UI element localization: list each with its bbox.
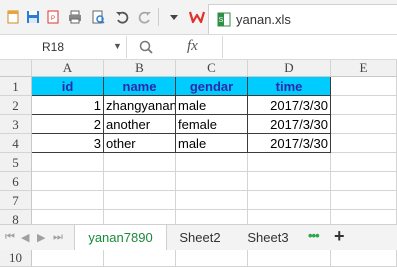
sheet-tab-bar: ⏮ ◀ ▶ ⏭ yanan7890 Sheet2 Sheet3 ••• +: [0, 224, 397, 250]
save-icon[interactable]: [25, 9, 41, 25]
customize-toolbar-dropdown-icon[interactable]: [166, 9, 182, 25]
empty-cell[interactable]: [32, 248, 104, 267]
name-box-value: R18: [42, 40, 65, 54]
row-header-2[interactable]: 2: [0, 96, 32, 115]
empty-cell[interactable]: [248, 248, 331, 267]
column-header-b[interactable]: B: [104, 60, 176, 77]
last-sheet-icon[interactable]: ⏭: [53, 231, 63, 244]
cell-a2[interactable]: 1: [32, 96, 104, 115]
cell-d4[interactable]: 2017/3/30: [248, 134, 331, 153]
empty-cell[interactable]: [176, 172, 248, 191]
select-all-corner[interactable]: [0, 60, 32, 77]
empty-cell[interactable]: [32, 153, 104, 172]
empty-cell[interactable]: [32, 191, 104, 210]
cell-d3[interactable]: 2017/3/30: [248, 115, 331, 134]
column-header-a[interactable]: A: [32, 60, 104, 77]
zoom-function-icon[interactable]: [138, 39, 154, 60]
quick-access-toolbar: P S yanan.xls: [0, 0, 397, 35]
row-header-6[interactable]: 6: [0, 172, 32, 191]
name-box[interactable]: R18 ▼: [0, 36, 127, 58]
empty-cell[interactable]: [104, 153, 176, 172]
cell-b4[interactable]: other: [104, 134, 176, 153]
formula-bar: R18 ▼ fx: [0, 35, 397, 60]
empty-cell[interactable]: [176, 248, 248, 267]
empty-cell[interactable]: [176, 153, 248, 172]
svg-text:S: S: [219, 17, 224, 24]
empty-cell[interactable]: [331, 77, 397, 96]
cell-a3[interactable]: 2: [32, 115, 104, 134]
print-icon[interactable]: [67, 9, 83, 25]
row-header-3[interactable]: 3: [0, 115, 32, 134]
row-header-1[interactable]: 1: [0, 77, 32, 96]
empty-cell[interactable]: [176, 191, 248, 210]
empty-cell[interactable]: [331, 248, 397, 267]
svg-text:P: P: [51, 16, 55, 22]
cell-c4[interactable]: male: [176, 134, 248, 153]
empty-cell[interactable]: [32, 172, 104, 191]
formula-tools: fx: [127, 36, 222, 58]
empty-cell[interactable]: [331, 115, 397, 134]
empty-cell[interactable]: [331, 153, 397, 172]
column-header-e[interactable]: E: [331, 60, 397, 77]
header-cell-name[interactable]: name: [104, 77, 176, 96]
print-preview-icon[interactable]: [90, 9, 106, 25]
cell-b2[interactable]: zhangyanan: [104, 96, 176, 115]
empty-cell[interactable]: [331, 134, 397, 153]
empty-cell[interactable]: [248, 172, 331, 191]
prev-sheet-icon[interactable]: ◀: [21, 231, 29, 244]
empty-cell[interactable]: [248, 191, 331, 210]
first-sheet-icon[interactable]: ⏮: [5, 231, 15, 244]
cell-b3[interactable]: another: [104, 115, 176, 134]
sheet-tab-sheet2[interactable]: Sheet2: [170, 225, 230, 250]
empty-cell[interactable]: [331, 191, 397, 210]
document-tab-label: yanan.xls: [236, 12, 291, 27]
empty-cell[interactable]: [331, 172, 397, 191]
add-sheet-button[interactable]: +: [334, 226, 345, 247]
empty-cell[interactable]: [104, 248, 176, 267]
next-sheet-icon[interactable]: ▶: [37, 231, 45, 244]
cell-d2[interactable]: 2017/3/30: [248, 96, 331, 115]
header-cell-time[interactable]: time: [248, 77, 331, 96]
cell-c2[interactable]: male: [176, 96, 248, 115]
spreadsheet-file-icon: S: [217, 12, 231, 32]
empty-cell[interactable]: [104, 191, 176, 210]
empty-cell[interactable]: [104, 172, 176, 191]
empty-cell[interactable]: [248, 153, 331, 172]
name-box-dropdown-icon[interactable]: ▼: [113, 41, 122, 51]
more-sheets-button[interactable]: •••: [308, 228, 320, 243]
header-cell-gendar[interactable]: gendar: [176, 77, 248, 96]
redo-icon[interactable]: [137, 9, 153, 25]
row-header-5[interactable]: 5: [0, 153, 32, 172]
row-header-10[interactable]: 10: [0, 248, 32, 267]
column-header-c[interactable]: C: [176, 60, 248, 77]
cell-a4[interactable]: 3: [32, 134, 104, 153]
empty-cell[interactable]: [331, 96, 397, 115]
header-cell-id[interactable]: id: [32, 77, 104, 96]
export-pdf-icon[interactable]: P: [45, 9, 61, 25]
undo-icon[interactable]: [114, 9, 130, 25]
sheet-tab-yanan7890[interactable]: yanan7890: [74, 225, 167, 250]
formula-input[interactable]: [222, 36, 397, 58]
sheet-tab-sheet3[interactable]: Sheet3: [238, 225, 298, 250]
new-file-icon[interactable]: [5, 9, 21, 25]
column-header-d[interactable]: D: [248, 60, 331, 77]
row-header-4[interactable]: 4: [0, 134, 32, 153]
wps-logo-icon[interactable]: [189, 9, 205, 25]
document-tab[interactable]: S yanan.xls: [208, 4, 397, 34]
insert-function-button[interactable]: fx: [187, 38, 198, 55]
cell-c3[interactable]: female: [176, 115, 248, 134]
row-header-7[interactable]: 7: [0, 191, 32, 210]
